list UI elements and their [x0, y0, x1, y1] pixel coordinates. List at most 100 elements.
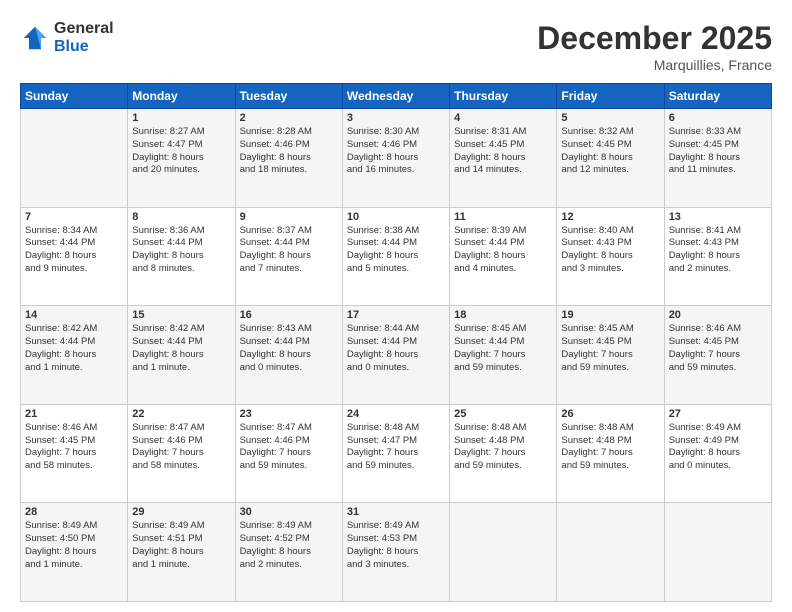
calendar-cell: 19Sunrise: 8:45 AM Sunset: 4:45 PM Dayli… [557, 306, 664, 405]
calendar-cell: 9 Sunrise: 8:37 AM Sunset: 4:44 PM Daylig… [235, 207, 342, 306]
day-info: Sunrise: 8:30 AM Sunset: 4:46 PM Dayligh… [347, 126, 445, 177]
calendar-cell: 7 Sunrise: 8:34 AM Sunset: 4:44 PM Daylig… [21, 207, 128, 306]
day-info: Sunrise: 8:38 AM Sunset: 4:44 PM Dayligh… [347, 225, 445, 276]
day-number: 25 [454, 408, 552, 420]
calendar-week-4: 28 Sunrise: 8:49 AM Sunset: 4:50 PM Dayli… [21, 503, 772, 602]
day-number: 28 [25, 506, 123, 518]
calendar-cell [450, 503, 557, 602]
calendar-cell: 17Sunrise: 8:44 AM Sunset: 4:44 PM Dayli… [342, 306, 449, 405]
day-info: Sunrise: 8:34 AM Sunset: 4:44 PM Dayligh… [25, 225, 123, 276]
calendar-cell: 14 Sunrise: 8:42 AM Sunset: 4:44 PM Dayli… [21, 306, 128, 405]
day-info: Sunrise: 8:44 AM Sunset: 4:44 PM Dayligh… [347, 323, 445, 374]
calendar-cell: 5 Sunrise: 8:32 AM Sunset: 4:45 PM Daylig… [557, 109, 664, 208]
calendar: SundayMondayTuesdayWednesdayThursdayFrid… [20, 83, 772, 602]
day-number: 18 [454, 309, 552, 321]
day-number: 12 [561, 211, 659, 223]
calendar-cell: 8 Sunrise: 8:36 AM Sunset: 4:44 PM Daylig… [128, 207, 235, 306]
calendar-cell: 6 Sunrise: 8:33 AM Sunset: 4:45 PM Daylig… [664, 109, 771, 208]
day-info: Sunrise: 8:37 AM Sunset: 4:44 PM Dayligh… [240, 225, 338, 276]
day-number: 7 [25, 211, 123, 223]
day-number: 16 [240, 309, 338, 321]
day-number: 14 [25, 309, 123, 321]
day-info: Sunrise: 8:47 AM Sunset: 4:46 PM Dayligh… [240, 422, 338, 473]
calendar-week-1: 7 Sunrise: 8:34 AM Sunset: 4:44 PM Daylig… [21, 207, 772, 306]
day-number: 30 [240, 506, 338, 518]
day-number: 20 [669, 309, 767, 321]
calendar-cell [21, 109, 128, 208]
weekday-header-sunday: Sunday [21, 84, 128, 109]
calendar-cell: 26 Sunrise: 8:48 AM Sunset: 4:48 PM Dayli… [557, 404, 664, 503]
calendar-cell: 29Sunrise: 8:49 AM Sunset: 4:51 PM Dayli… [128, 503, 235, 602]
calendar-cell: 2 Sunrise: 8:28 AM Sunset: 4:46 PM Daylig… [235, 109, 342, 208]
calendar-cell: 4 Sunrise: 8:31 AM Sunset: 4:45 PM Daylig… [450, 109, 557, 208]
calendar-cell: 20 Sunrise: 8:46 AM Sunset: 4:45 PM Dayli… [664, 306, 771, 405]
calendar-week-2: 14 Sunrise: 8:42 AM Sunset: 4:44 PM Dayli… [21, 306, 772, 405]
calendar-cell: 31Sunrise: 8:49 AM Sunset: 4:53 PM Dayli… [342, 503, 449, 602]
day-number: 9 [240, 211, 338, 223]
calendar-cell: 25 Sunrise: 8:48 AM Sunset: 4:48 PM Dayli… [450, 404, 557, 503]
day-number: 2 [240, 112, 338, 124]
day-number: 8 [132, 211, 230, 223]
calendar-cell: 1 Sunrise: 8:27 AM Sunset: 4:47 PM Daylig… [128, 109, 235, 208]
weekday-header-monday: Monday [128, 84, 235, 109]
day-number: 1 [132, 112, 230, 124]
day-info: Sunrise: 8:41 AM Sunset: 4:43 PM Dayligh… [669, 225, 767, 276]
title-block: December 2025 Marquillies, France [537, 20, 772, 73]
day-info: Sunrise: 8:49 AM Sunset: 4:50 PM Dayligh… [25, 520, 123, 571]
day-info: Sunrise: 8:48 AM Sunset: 4:48 PM Dayligh… [454, 422, 552, 473]
day-number: 31 [347, 506, 445, 518]
calendar-cell: 11 Sunrise: 8:39 AM Sunset: 4:44 PM Dayli… [450, 207, 557, 306]
day-number: 26 [561, 408, 659, 420]
day-info: Sunrise: 8:46 AM Sunset: 4:45 PM Dayligh… [669, 323, 767, 374]
calendar-cell: 27 Sunrise: 8:49 AM Sunset: 4:49 PM Dayli… [664, 404, 771, 503]
day-number: 27 [669, 408, 767, 420]
logo: General Blue [20, 20, 114, 55]
day-info: Sunrise: 8:36 AM Sunset: 4:44 PM Dayligh… [132, 225, 230, 276]
day-info: Sunrise: 8:31 AM Sunset: 4:45 PM Dayligh… [454, 126, 552, 177]
month-title: December 2025 [537, 20, 772, 57]
day-info: Sunrise: 8:39 AM Sunset: 4:44 PM Dayligh… [454, 225, 552, 276]
weekday-header-friday: Friday [557, 84, 664, 109]
day-info: Sunrise: 8:28 AM Sunset: 4:46 PM Dayligh… [240, 126, 338, 177]
logo-general-text: General [54, 20, 114, 38]
calendar-cell: 23 Sunrise: 8:47 AM Sunset: 4:46 PM Dayli… [235, 404, 342, 503]
calendar-body: 1 Sunrise: 8:27 AM Sunset: 4:47 PM Daylig… [21, 109, 772, 602]
day-info: Sunrise: 8:27 AM Sunset: 4:47 PM Dayligh… [132, 126, 230, 177]
day-info: Sunrise: 8:49 AM Sunset: 4:52 PM Dayligh… [240, 520, 338, 571]
day-info: Sunrise: 8:40 AM Sunset: 4:43 PM Dayligh… [561, 225, 659, 276]
logo-icon [20, 23, 50, 53]
day-info: Sunrise: 8:45 AM Sunset: 4:44 PM Dayligh… [454, 323, 552, 374]
day-info: Sunrise: 8:33 AM Sunset: 4:45 PM Dayligh… [669, 126, 767, 177]
day-number: 4 [454, 112, 552, 124]
weekday-header-thursday: Thursday [450, 84, 557, 109]
calendar-cell: 18 Sunrise: 8:45 AM Sunset: 4:44 PM Dayli… [450, 306, 557, 405]
calendar-cell: 3Sunrise: 8:30 AM Sunset: 4:46 PM Daylig… [342, 109, 449, 208]
calendar-week-0: 1 Sunrise: 8:27 AM Sunset: 4:47 PM Daylig… [21, 109, 772, 208]
day-info: Sunrise: 8:49 AM Sunset: 4:49 PM Dayligh… [669, 422, 767, 473]
day-number: 13 [669, 211, 767, 223]
day-number: 6 [669, 112, 767, 124]
day-info: Sunrise: 8:42 AM Sunset: 4:44 PM Dayligh… [25, 323, 123, 374]
logo-blue-text: Blue [54, 38, 114, 56]
header: General Blue December 2025 Marquillies, … [20, 20, 772, 73]
day-number: 19 [561, 309, 659, 321]
calendar-cell: 13 Sunrise: 8:41 AM Sunset: 4:43 PM Dayli… [664, 207, 771, 306]
day-info: Sunrise: 8:48 AM Sunset: 4:48 PM Dayligh… [561, 422, 659, 473]
day-number: 21 [25, 408, 123, 420]
calendar-cell: 16Sunrise: 8:43 AM Sunset: 4:44 PM Dayli… [235, 306, 342, 405]
day-number: 23 [240, 408, 338, 420]
calendar-cell [557, 503, 664, 602]
location: Marquillies, France [537, 57, 772, 73]
day-info: Sunrise: 8:42 AM Sunset: 4:44 PM Dayligh… [132, 323, 230, 374]
calendar-cell: 21Sunrise: 8:46 AM Sunset: 4:45 PM Dayli… [21, 404, 128, 503]
day-number: 11 [454, 211, 552, 223]
calendar-cell: 10Sunrise: 8:38 AM Sunset: 4:44 PM Dayli… [342, 207, 449, 306]
day-info: Sunrise: 8:32 AM Sunset: 4:45 PM Dayligh… [561, 126, 659, 177]
calendar-cell: 24Sunrise: 8:48 AM Sunset: 4:47 PM Dayli… [342, 404, 449, 503]
day-number: 15 [132, 309, 230, 321]
weekday-header-tuesday: Tuesday [235, 84, 342, 109]
calendar-cell: 22Sunrise: 8:47 AM Sunset: 4:46 PM Dayli… [128, 404, 235, 503]
day-number: 5 [561, 112, 659, 124]
calendar-header: SundayMondayTuesdayWednesdayThursdayFrid… [21, 84, 772, 109]
day-info: Sunrise: 8:48 AM Sunset: 4:47 PM Dayligh… [347, 422, 445, 473]
